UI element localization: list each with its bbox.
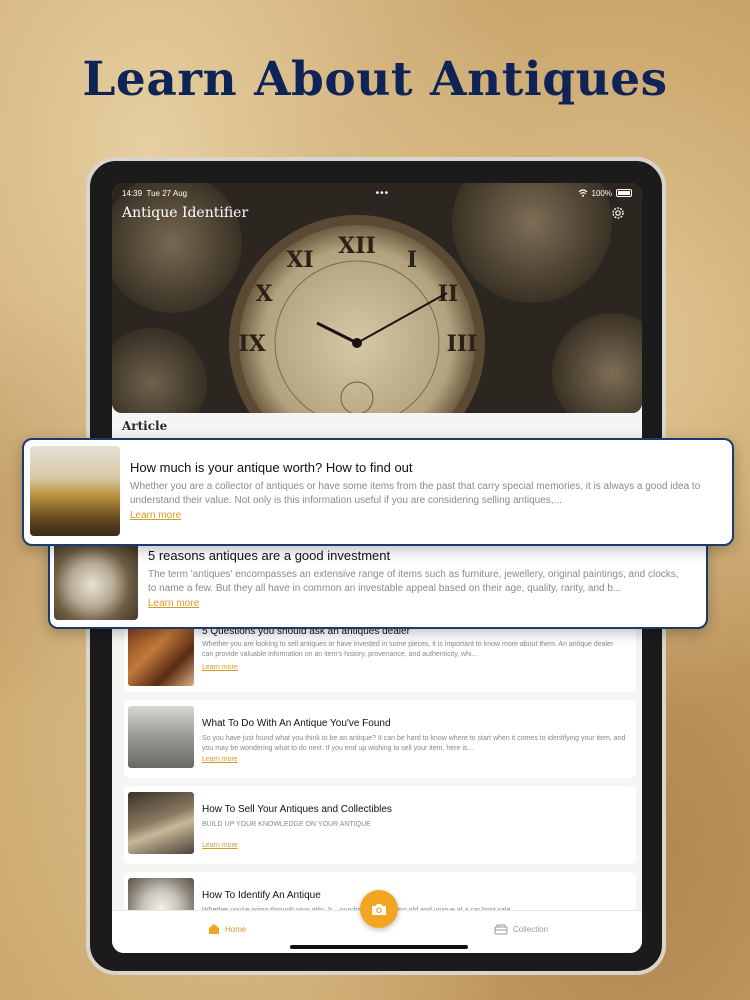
tab-home[interactable]: Home — [208, 923, 246, 935]
article-description: BUILD UP YOUR KNOWLEDGE ON YOUR ANTIQUE — [202, 821, 371, 828]
featured-article-card[interactable]: How much is your antique worth? How to f… — [22, 438, 734, 546]
article-description: Whether you are looking to sell antiques… — [202, 641, 614, 658]
status-right: 100% — [578, 189, 632, 198]
multitask-dots[interactable]: ••• — [376, 188, 390, 199]
article-title: How much is your antique worth? How to f… — [130, 460, 413, 475]
app-title: Antique Identifier — [122, 205, 249, 221]
camera-icon — [372, 903, 386, 915]
home-icon — [209, 924, 219, 934]
article-title: How To Sell Your Antiques and Collectibl… — [202, 804, 392, 815]
gear-icon[interactable] — [610, 205, 626, 221]
article-thumbnail — [128, 706, 194, 768]
list-item[interactable]: 5 Questions you should ask an antiques d… — [124, 620, 636, 692]
article-title: How To Identify An Antique — [202, 890, 321, 901]
camera-button[interactable] — [360, 890, 398, 928]
collection-icon — [494, 924, 508, 935]
article-thumbnail — [128, 792, 194, 854]
article-description: The term 'antiques' encompasses an exten… — [148, 569, 679, 594]
svg-text:XI: XI — [286, 247, 313, 273]
learn-more-link[interactable]: Learn more — [202, 842, 238, 849]
hero-image: XII I II III XI X IX 14:39 Tue 27 Aug ••… — [112, 183, 642, 413]
learn-more-link[interactable]: Learn more — [202, 664, 238, 671]
svg-text:XII: XII — [338, 233, 376, 259]
article-title: What To Do With An Antique You've Found — [202, 718, 391, 729]
tab-collection[interactable]: Collection — [494, 923, 548, 935]
article-description: So you have just found what you think to… — [202, 735, 626, 752]
battery-icon — [616, 189, 632, 197]
svg-text:III: III — [447, 331, 478, 357]
article-thumbnail — [128, 624, 194, 686]
svg-text:IX: IX — [238, 331, 266, 357]
featured-article-card[interactable]: 5 reasons antiques are a good investment… — [48, 532, 708, 629]
tab-collection-label: Collection — [513, 924, 549, 934]
status-time: 14:39 — [122, 188, 143, 198]
list-item[interactable]: What To Do With An Antique You've Found … — [124, 700, 636, 778]
section-title: Article — [122, 419, 168, 433]
home-indicator[interactable] — [290, 945, 468, 949]
list-item[interactable]: How To Sell Your Antiques and Collectibl… — [124, 786, 636, 864]
svg-text:I: I — [407, 247, 417, 273]
battery-percent: 100% — [591, 188, 612, 198]
status-time-date: 14:39 Tue 27 Aug — [122, 189, 187, 198]
status-bar: 14:39 Tue 27 Aug ••• 100% — [122, 186, 632, 200]
learn-more-link[interactable]: Learn more — [130, 510, 181, 521]
headline: Learn About Antiques — [82, 52, 668, 107]
svg-text:X: X — [255, 281, 273, 307]
learn-more-link[interactable]: Learn more — [148, 598, 199, 609]
article-thumbnail — [54, 542, 138, 620]
status-date: Tue 27 Aug — [146, 188, 188, 198]
article-description: Whether you are a collector of antiques … — [130, 481, 701, 506]
tab-home-label: Home — [225, 924, 247, 934]
wifi-icon — [578, 189, 587, 197]
svg-text:II: II — [438, 281, 459, 307]
article-thumbnail — [30, 446, 120, 536]
article-title: 5 reasons antiques are a good investment — [148, 548, 391, 563]
learn-more-link[interactable]: Learn more — [202, 756, 238, 763]
